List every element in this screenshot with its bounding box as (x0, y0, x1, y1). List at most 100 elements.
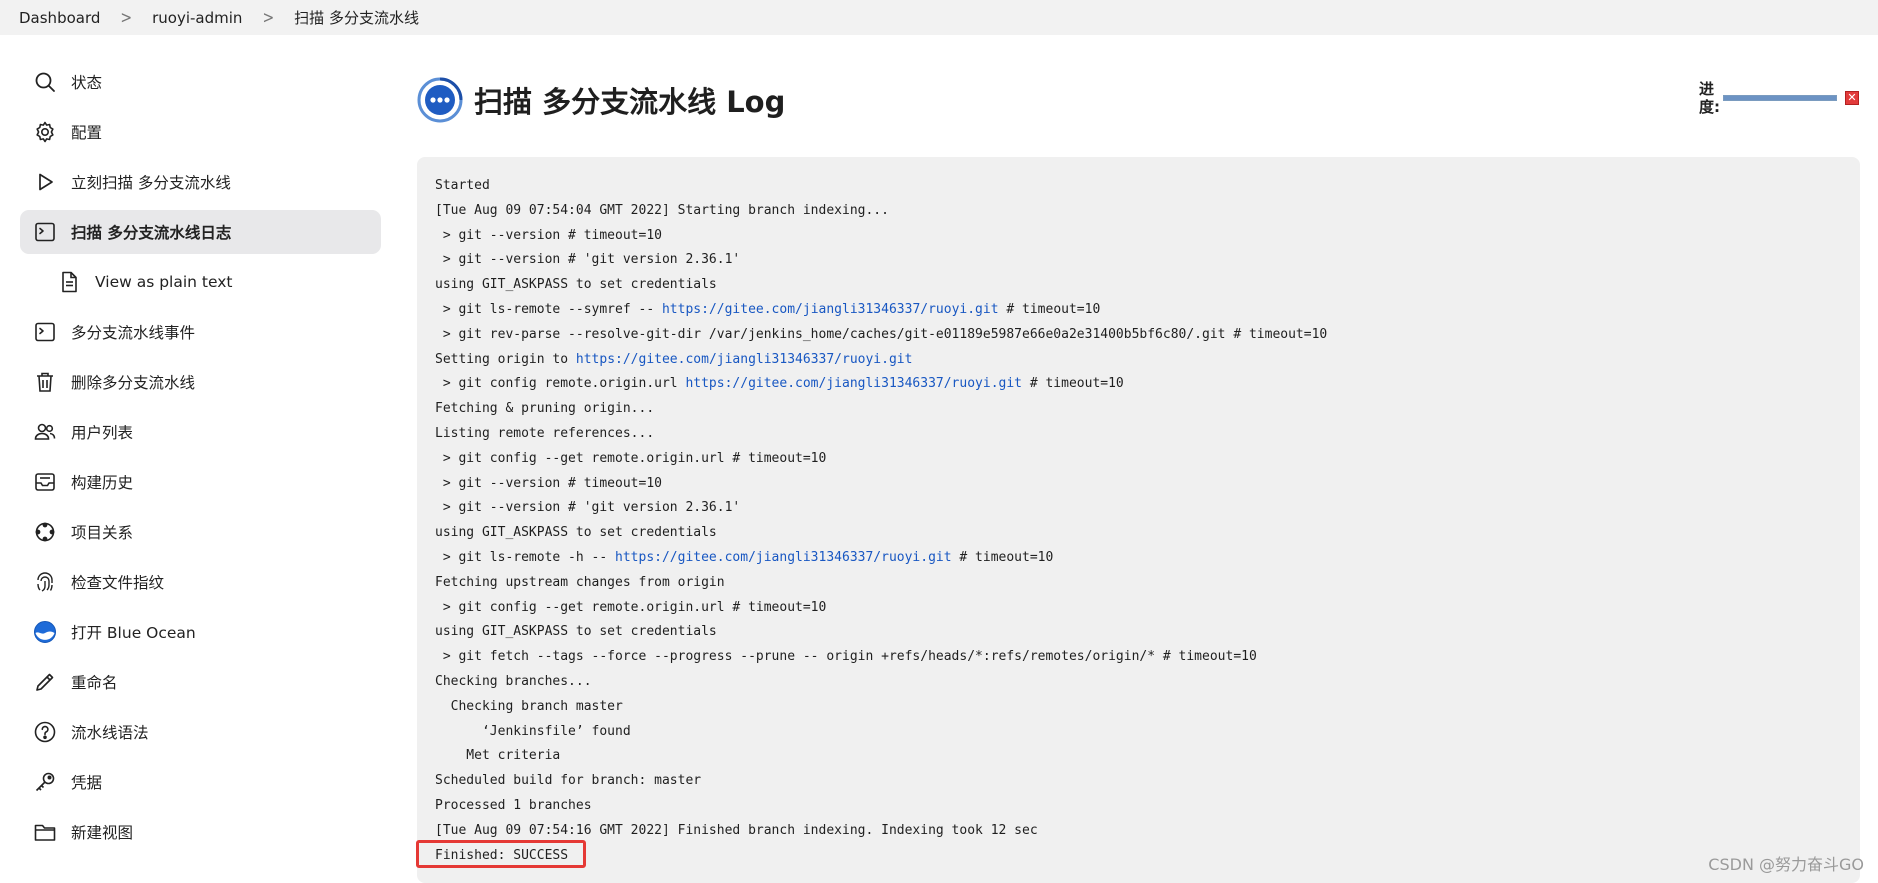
sidebar-item-9[interactable]: 构建历史 (20, 460, 381, 504)
sidebar-item-7[interactable]: 删除多分支流水线 (20, 360, 381, 404)
console-line: using GIT_ASKPASS to set credentials (435, 521, 1842, 546)
console-text: Checking branch master (435, 698, 623, 714)
console-link[interactable]: https://gitee.com/jiangli31346337/ruoyi.… (662, 302, 999, 317)
console-line: > git --version # 'git version 2.36.1' (435, 248, 1842, 273)
sidebar-item-5[interactable]: View as plain text (20, 260, 381, 304)
progress-indicator: 进度: ✕ (1699, 80, 1859, 116)
console-text: Processed 1 branches (435, 797, 592, 813)
console-line: Checking branches... (435, 670, 1842, 695)
console-link[interactable]: https://gitee.com/jiangli31346337/ruoyi.… (576, 352, 913, 367)
console-text: Listing remote references... (435, 425, 655, 441)
sidebar-item-3[interactable]: 立刻扫描 多分支流水线 (20, 160, 381, 204)
users-icon (33, 420, 57, 444)
sidebar-item-label: 用户列表 (71, 424, 134, 442)
fingerprint-icon (33, 570, 57, 594)
console-text: Met criteria (435, 748, 561, 764)
success-highlight-box (416, 840, 586, 868)
console-text: > git ls-remote --symref -- (435, 301, 662, 317)
breadcrumb-dashboard[interactable]: Dashboard (19, 9, 100, 27)
sidebar-item-label: 配置 (71, 124, 103, 142)
sidebar-item-label: 删除多分支流水线 (71, 374, 196, 392)
terminal-icon (33, 220, 57, 244)
console-line: > git config --get remote.origin.url # t… (435, 447, 1842, 472)
console-line: > git --version # timeout=10 (435, 472, 1842, 497)
sidebar-item-label: 重命名 (71, 674, 118, 692)
console-line: Met criteria (435, 744, 1842, 769)
relationship-icon (33, 520, 57, 544)
console-text: using GIT_ASKPASS to set credentials (435, 525, 717, 541)
document-icon (57, 270, 81, 294)
console-text: > git config remote.origin.url (435, 376, 686, 392)
sidebar-item-10[interactable]: 项目关系 (20, 510, 381, 554)
console-text: > git --version # timeout=10 (435, 475, 662, 491)
sidebar-item-label: 流水线语法 (71, 724, 149, 742)
sidebar-item-label: 立刻扫描 多分支流水线 (71, 174, 231, 192)
console-text: > git config --get remote.origin.url # t… (435, 450, 827, 466)
pencil-icon (33, 670, 57, 694)
sidebar-item-4[interactable]: 扫描 多分支流水线日志 (20, 210, 381, 254)
console-text: using GIT_ASKPASS to set credentials (435, 624, 717, 640)
sidebar: 状态配置立刻扫描 多分支流水线扫描 多分支流水线日志 View as plain … (20, 60, 381, 860)
key-icon (33, 770, 57, 794)
terminal-icon (33, 320, 57, 344)
sidebar-item-11[interactable]: 检查文件指纹 (20, 560, 381, 604)
sidebar-item-8[interactable]: 用户列表 (20, 410, 381, 454)
console-line: > git ls-remote -h -- https://gitee.com/… (435, 546, 1842, 571)
sidebar-item-label: 状态 (71, 74, 103, 92)
page-header: 扫描 多分支流水线 Log (416, 70, 1860, 130)
console-text: Fetching upstream changes from origin (435, 574, 725, 590)
console-line: > git ls-remote --symref -- https://gite… (435, 298, 1842, 323)
console-text: > git --version # 'git version 2.36.1' (435, 252, 741, 268)
console-line: > git --version # 'git version 2.36.1' (435, 496, 1842, 521)
sidebar-item-13[interactable]: 重命名 (20, 660, 381, 704)
sidebar-item-label: 凭据 (71, 774, 103, 792)
console-text: Started (435, 178, 490, 193)
console-text: Setting origin to (435, 351, 576, 367)
sidebar-item-14[interactable]: 流水线语法 (20, 710, 381, 754)
stop-icon[interactable]: ✕ (1845, 91, 1859, 105)
sidebar-item-label: 项目关系 (71, 524, 134, 542)
console-text: Fetching & pruning origin... (435, 401, 655, 417)
console-text: > git config --get remote.origin.url # t… (435, 599, 827, 615)
breadcrumb: Dashboard > ruoyi-admin > 扫描 多分支流水线 (0, 0, 1878, 35)
console-line: > git fetch --tags --force --progress --… (435, 645, 1842, 670)
console-line: Processed 1 branches (435, 794, 1842, 819)
console-line: Listing remote references... (435, 422, 1842, 447)
console-text: > git --version # timeout=10 (435, 227, 662, 243)
console-link[interactable]: https://gitee.com/jiangli31346337/ruoyi.… (615, 550, 952, 565)
console-text: Checking branches... (435, 673, 592, 689)
console-line: Setting origin to https://gitee.com/jian… (435, 348, 1842, 373)
console-text: ‘Jenkinsfile’ found (435, 723, 631, 739)
console-link[interactable]: https://gitee.com/jiangli31346337/ruoyi.… (685, 376, 1022, 391)
sidebar-item-12[interactable]: 打开 Blue Ocean (20, 610, 381, 654)
gear-icon (33, 120, 57, 144)
console-text: [Tue Aug 09 07:54:04 GMT 2022] Starting … (435, 202, 889, 218)
sidebar-item-6[interactable]: 多分支流水线事件 (20, 310, 381, 354)
sidebar-item-label: 构建历史 (71, 474, 134, 492)
console-line: Scheduled build for branch: master (435, 769, 1842, 794)
play-icon (33, 170, 57, 194)
page-title: 扫描 多分支流水线 Log (474, 85, 786, 119)
console-line: > git --version # timeout=10 (435, 224, 1842, 249)
inbox-icon (33, 470, 57, 494)
console-text: > git --version # 'git version 2.36.1' (435, 500, 741, 516)
sidebar-item-2[interactable]: 配置 (20, 110, 381, 154)
console-text: # timeout=10 (998, 301, 1101, 317)
console-text: # timeout=10 (1022, 376, 1124, 392)
console-line: > git config remote.origin.url https://g… (435, 372, 1842, 397)
sidebar-item-15[interactable]: 凭据 (20, 760, 381, 804)
console-line: Started (435, 174, 1842, 199)
sidebar-item-16[interactable]: 新建视图 (20, 810, 381, 854)
blue-ocean-icon (33, 620, 57, 644)
breadcrumb-separator: > (262, 7, 275, 28)
console-text: > git fetch --tags --force --progress --… (435, 649, 1257, 665)
sidebar-item-label: View as plain text (95, 273, 233, 291)
console-line: > git config --get remote.origin.url # t… (435, 596, 1842, 621)
sidebar-item-1[interactable]: 状态 (20, 60, 381, 104)
folder-icon (33, 820, 57, 844)
breadcrumb-scan-pipeline[interactable]: 扫描 多分支流水线 (294, 7, 419, 28)
breadcrumb-ruoyi-admin[interactable]: ruoyi-admin (152, 9, 242, 27)
console-text: [Tue Aug 09 07:54:16 GMT 2022] Finished … (435, 822, 1038, 838)
search-icon (33, 70, 57, 94)
breadcrumb-separator: > (120, 7, 133, 28)
